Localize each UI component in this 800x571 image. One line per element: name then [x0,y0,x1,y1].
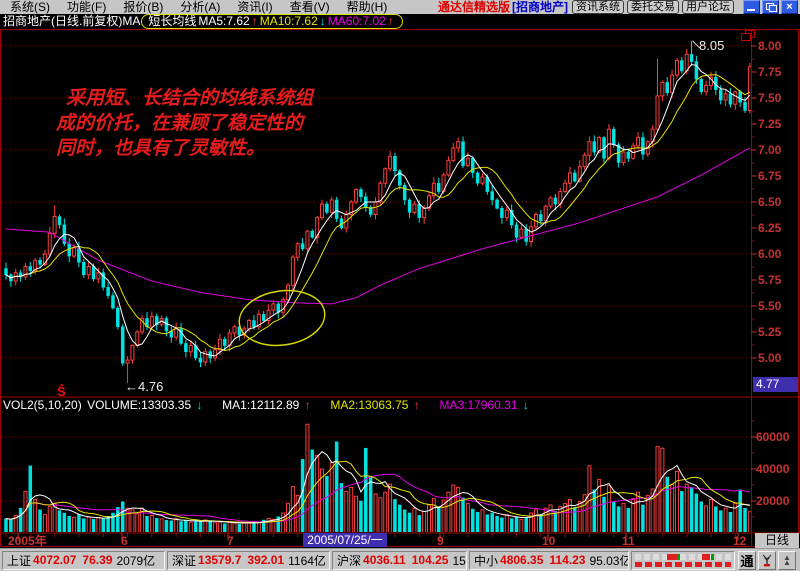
current-stock-tag: [招商地产] [512,0,568,14]
status-bar: 上证 4072.07 76.39 2079亿 深证 13579.7 392.01… [0,548,800,571]
svg-text:9: 9 [437,534,444,548]
menu-info[interactable]: 资讯(I) [237,0,272,14]
index-sme[interactable]: 中小 4806.35 114.23 95.03亿 [469,551,629,570]
close-icon: × [786,2,792,12]
tdx-app-window: 系统(S) 功能(F) 报价(B) 分析(A) 资讯(I) 查看(V) 帮助(H… [0,0,800,571]
app-brand: 通达信精选版 [438,0,510,14]
forum-button[interactable]: 用户论坛 [682,0,734,14]
indicator-name: 短长均线 [148,14,196,29]
chart-header: 招商地产(日线.前复权) MA 短长均线 MA5:7.62 ↑ MA10:7.6… [0,14,800,29]
menu-help[interactable]: 帮助(H) [347,0,388,14]
menu-system[interactable]: 系统(S) [10,0,50,14]
down-arrow-icon: ↓ [320,14,326,29]
stock-title: 招商地产(日线.前复权) [3,14,122,29]
trade-button[interactable]: 委托交易 [627,0,679,14]
indicator-prefix: MA [122,14,140,29]
up-arrow-icon: ↑ [252,14,258,29]
svg-text:7.00: 7.00 [758,143,782,157]
svg-text:2005年: 2005年 [8,533,47,548]
ma60-value: MA60:7.02 [328,14,386,29]
tdx-logo-button[interactable]: 通 [738,551,756,570]
svg-text:6: 6 [121,534,128,548]
svg-text:5.75: 5.75 [758,273,782,287]
svg-text:60000: 60000 [756,430,790,444]
ma5-value: MA5:7.62 [198,14,249,29]
double-up-arrow-icon: ▲▲ [783,555,791,565]
svg-text:8.00: 8.00 [758,39,782,53]
svg-text:5.50: 5.50 [758,299,782,313]
menu-bar: 系统(S) 功能(F) 报价(B) 分析(A) 资讯(I) 查看(V) 帮助(H… [0,0,800,14]
connection-button[interactable] [758,551,776,570]
svg-text:10: 10 [542,534,556,548]
ma-legend-capsule: 短长均线 MA5:7.62 ↑ MA10:7.62 ↓ MA60:7.02 ↑ [141,14,402,29]
window-controls: × [741,0,798,14]
svg-text:6.50: 6.50 [758,195,782,209]
minimize-icon [747,9,755,11]
menu-quote[interactable]: 报价(B) [123,0,163,14]
market-heat-panel [631,551,735,570]
svg-text:7.25: 7.25 [758,117,782,131]
ma10-value: MA10:7.62 [260,14,318,29]
period-selector[interactable]: 日线 [755,533,799,548]
svg-text:6.25: 6.25 [758,221,782,235]
index-shanghai[interactable]: 上证 4072.07 76.39 2079亿 [2,551,165,570]
svg-text:6.00: 6.00 [758,247,782,261]
menu-view[interactable]: 查看(V) [290,0,330,14]
scroll-top-button[interactable]: ▲▲ [778,551,796,570]
index-shenzhen[interactable]: 深证 13579.7 392.01 1164亿 [167,551,330,570]
svg-text:20000: 20000 [756,494,790,508]
antenna-icon [761,553,773,567]
info-system-button[interactable]: 资讯系统 [572,0,624,14]
svg-text:7: 7 [227,534,234,548]
index-hushen300[interactable]: 沪深 4036.11 104.25 1581亿 [332,551,467,570]
svg-text:7.75: 7.75 [758,65,782,79]
restore-button[interactable] [762,0,779,14]
close-button[interactable]: × [781,0,798,14]
svg-text:11: 11 [622,534,635,548]
stock-chart[interactable]: 8.00 7.75 7.50 7.25 7.00 6.75 6.50 6.25 6.00 5.75… [0,29,800,548]
svg-text:6.75: 6.75 [758,169,782,183]
up-arrow-icon: ↑ [388,14,394,29]
menu-function[interactable]: 功能(F) [67,0,106,14]
svg-text:5.25: 5.25 [758,325,782,339]
menu-analysis[interactable]: 分析(A) [180,0,220,14]
svg-text:40000: 40000 [756,462,790,476]
svg-text:7.50: 7.50 [758,91,782,105]
svg-text:5.00: 5.00 [758,351,782,365]
minimize-button[interactable] [743,0,760,14]
